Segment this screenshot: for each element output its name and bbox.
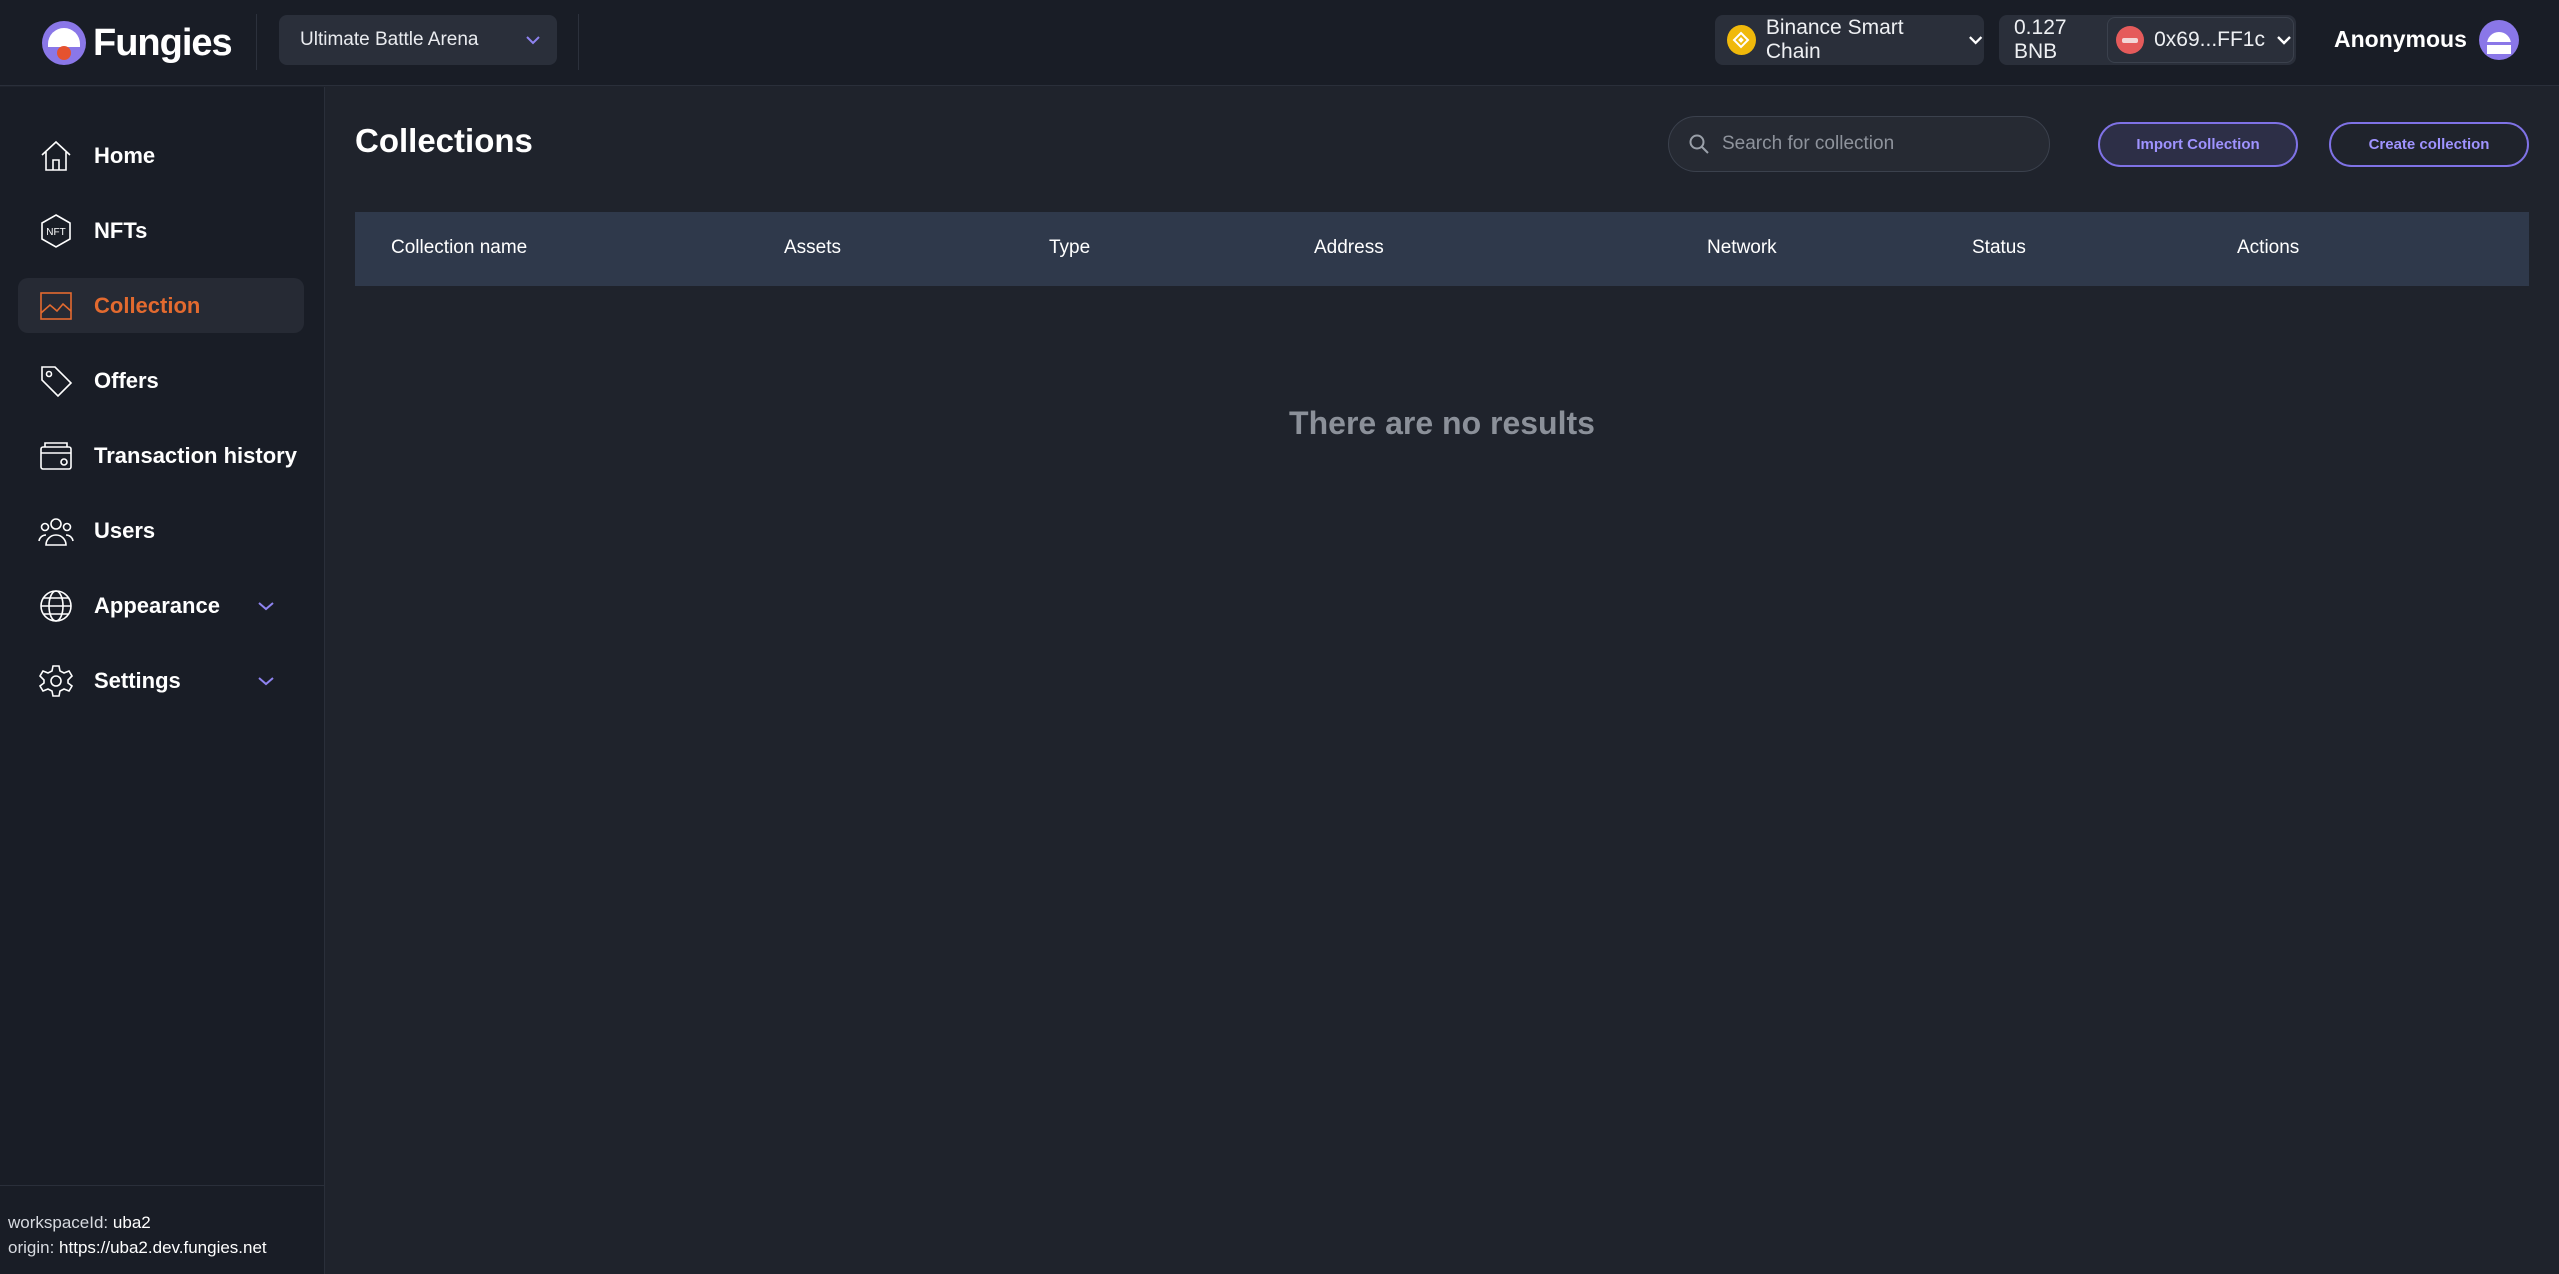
import-collection-button[interactable]: Import Collection: [2098, 122, 2298, 167]
network-name: Binance Smart Chain: [1765, 16, 1904, 63]
chevron-down-icon: [526, 36, 540, 45]
fungies-logo-icon: [42, 21, 86, 65]
workspace-id-label: workspaceId:: [8, 1213, 109, 1232]
chevron-down-icon[interactable]: [256, 596, 276, 616]
sidebar: Home NFT NFTs Collection Offers Transact…: [0, 87, 325, 1274]
gear-icon: [38, 665, 74, 697]
globe-icon: [40, 590, 72, 622]
sidebar-item-appearance[interactable]: Appearance: [18, 578, 304, 633]
sidebar-item-label: Transaction history: [94, 442, 297, 468]
search-box[interactable]: [1668, 116, 2050, 172]
sidebar-footer: workspaceId: uba2 origin: https://uba2.d…: [0, 1185, 324, 1274]
wallet-avatar: [2116, 26, 2145, 54]
sidebar-item-label: NFTs: [94, 217, 148, 243]
column-header-type: Type: [1049, 237, 1091, 258]
users-icon: [38, 518, 74, 546]
workspace-select[interactable]: Ultimate Battle Arena: [279, 15, 557, 65]
search-icon: [1689, 134, 1709, 154]
chevron-down-icon: [2277, 36, 2291, 45]
chevron-down-icon[interactable]: [256, 671, 276, 691]
column-header-assets: Assets: [784, 237, 842, 258]
table-header: Collection name Assets Type Address Netw…: [355, 212, 2529, 286]
search-input[interactable]: [1722, 133, 2042, 155]
divider: [256, 14, 257, 70]
sidebar-item-label: Appearance: [94, 592, 220, 618]
create-collection-button[interactable]: Create collection: [2329, 122, 2529, 167]
sidebar-item-label: Users: [94, 517, 156, 543]
avatar[interactable]: [2479, 20, 2519, 60]
wallet-balance: 0.127 BNB: [2014, 16, 2067, 63]
sidebar-item-home[interactable]: Home: [18, 128, 304, 183]
divider: [578, 14, 579, 70]
column-header-network: Network: [1707, 237, 1777, 258]
nft-icon: NFT: [41, 214, 71, 248]
column-header-status: Status: [1972, 237, 2026, 258]
page-title: Collections: [355, 122, 533, 159]
sidebar-item-label: Settings: [94, 667, 181, 693]
origin-line: origin: https://uba2.dev.fungies.net: [8, 1235, 324, 1260]
wallet-select[interactable]: 0x69...FF1c: [2107, 17, 2294, 63]
wallet-address: 0x69...FF1c: [2154, 28, 2265, 51]
logo[interactable]: Fungies: [41, 18, 233, 68]
column-header-collection-name: Collection name: [391, 237, 528, 258]
home-icon: [41, 140, 71, 171]
workspace-id-value: uba2: [112, 1213, 151, 1232]
origin-label: origin:: [8, 1238, 55, 1257]
image-icon: [40, 292, 72, 320]
sidebar-item-collection[interactable]: Collection: [18, 278, 304, 333]
tag-icon: [41, 366, 73, 398]
user-name[interactable]: Anonymous: [2334, 26, 2467, 53]
origin-value: https://uba2.dev.fungies.net: [59, 1238, 267, 1257]
logo-text: Fungies: [93, 21, 233, 64]
sidebar-item-offers[interactable]: Offers: [18, 353, 304, 408]
sidebar-item-users[interactable]: Users: [18, 503, 304, 558]
wallet-group: 0.127 BNB 0x69...FF1c: [1999, 15, 2296, 65]
workspace-id-line: workspaceId: uba2: [8, 1210, 324, 1235]
empty-state-message: There are no results: [1289, 405, 1595, 441]
sidebar-item-label: Collection: [94, 292, 201, 318]
svg-text:NFT: NFT: [46, 227, 65, 238]
sidebar-item-label: Home: [94, 142, 156, 168]
network-select[interactable]: Binance Smart Chain: [1715, 15, 1984, 65]
sidebar-item-nfts[interactable]: NFT NFTs: [18, 203, 304, 258]
workspace-name: Ultimate Battle Arena: [300, 29, 479, 50]
bnb-icon: [1727, 25, 1756, 55]
wallet-icon: [40, 442, 72, 470]
sidebar-item-label: Offers: [94, 367, 159, 393]
chevron-down-icon: [1968, 36, 1982, 45]
top-bar: Fungies Ultimate Battle Arena Binance Sm…: [0, 0, 2559, 86]
column-header-actions: Actions: [2237, 237, 2300, 258]
column-header-address: Address: [1314, 237, 1384, 258]
sidebar-item-settings[interactable]: Settings: [18, 653, 304, 708]
